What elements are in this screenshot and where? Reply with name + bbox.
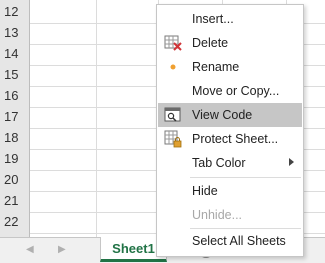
next-sheet-arrow-icon[interactable]: ▶ <box>58 244 66 255</box>
dot-icon <box>164 58 182 76</box>
menu-item-insert[interactable]: Insert... <box>158 7 302 31</box>
menu-item-protect-sheet[interactable]: Protect Sheet... <box>158 127 302 151</box>
menu-item-label: Delete <box>192 36 229 50</box>
menu-item-label: Insert... <box>192 12 234 26</box>
view-code-icon <box>164 106 182 124</box>
menu-item-hide[interactable]: Hide <box>158 179 302 203</box>
sheet-context-menu: Insert... Delete Rename Move or Copy... <box>156 4 304 257</box>
submenu-arrow-icon <box>289 158 294 166</box>
menu-item-label: Hide <box>192 184 218 198</box>
menu-item-move-or-copy[interactable]: Move or Copy... <box>158 79 302 103</box>
menu-item-view-code[interactable]: View Code <box>158 103 302 127</box>
menu-item-label: Move or Copy... <box>192 84 280 98</box>
menu-separator <box>190 177 301 178</box>
menu-item-label: Unhide... <box>192 208 243 222</box>
menu-item-select-all-sheets[interactable]: Select All Sheets <box>158 229 302 253</box>
previous-sheet-arrow-icon[interactable]: ◀ <box>26 244 34 255</box>
menu-item-rename[interactable]: Rename <box>158 55 302 79</box>
menu-item-tab-color[interactable]: Tab Color <box>158 151 302 175</box>
menu-item-label: Protect Sheet... <box>192 132 279 146</box>
menu-item-label: Tab Color <box>192 156 246 170</box>
menu-item-label: Rename <box>192 60 240 74</box>
menu-item-label: View Code <box>192 108 253 122</box>
menu-item-unhide[interactable]: Unhide... <box>158 203 302 227</box>
menu-item-label: Select All Sheets <box>192 234 286 248</box>
delete-sheet-icon <box>164 34 182 52</box>
menu-item-delete[interactable]: Delete <box>158 31 302 55</box>
protect-sheet-icon <box>164 130 182 148</box>
